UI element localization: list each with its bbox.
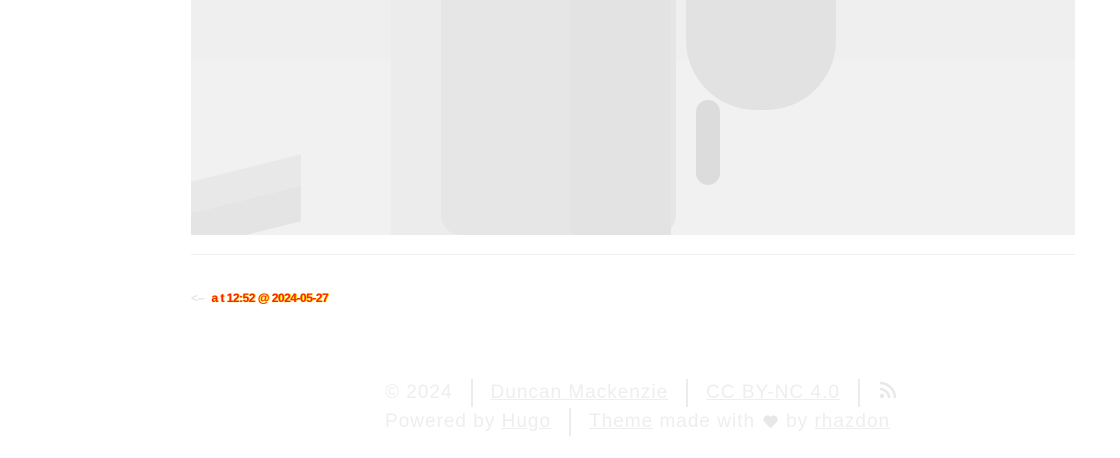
powered-by-text: Powered by	[385, 410, 496, 432]
copyright-text: © 2024	[385, 381, 453, 403]
prev-arrow: <--	[191, 291, 205, 305]
footer-separator	[686, 378, 689, 407]
site-footer: © 2024 Duncan Mackenzie CC BY-NC 4.0 Pow…	[385, 378, 898, 436]
footer-separator	[569, 407, 572, 436]
photo-strap	[696, 100, 720, 185]
theme-link[interactable]: Theme	[589, 411, 653, 433]
prev-post-link[interactable]: a t 12:52 @ 2024-05-27	[211, 291, 328, 305]
footer-separator	[857, 378, 860, 407]
photo-torso-shadow	[571, 0, 671, 235]
author-link[interactable]: Duncan Mackenzie	[491, 382, 669, 404]
rss-icon	[879, 381, 897, 398]
footer-row-powered: Powered by Hugo Theme made with by rhazd…	[385, 407, 898, 436]
content-divider	[191, 254, 1075, 255]
license-link[interactable]: CC BY-NC 4.0	[706, 382, 840, 404]
made-with-text: made with	[659, 410, 756, 432]
hugo-link[interactable]: Hugo	[502, 411, 551, 433]
post-navigation: <-- a t 12:52 @ 2024-05-27	[191, 291, 329, 305]
rss-link[interactable]	[878, 380, 898, 406]
post-image	[191, 0, 1075, 235]
rhazdon-link[interactable]: rhazdon	[814, 411, 890, 433]
footer-row-copyright: © 2024 Duncan Mackenzie CC BY-NC 4.0	[385, 378, 898, 407]
by-text: by	[786, 410, 809, 432]
footer-separator	[470, 378, 473, 407]
heart-icon	[763, 415, 778, 429]
